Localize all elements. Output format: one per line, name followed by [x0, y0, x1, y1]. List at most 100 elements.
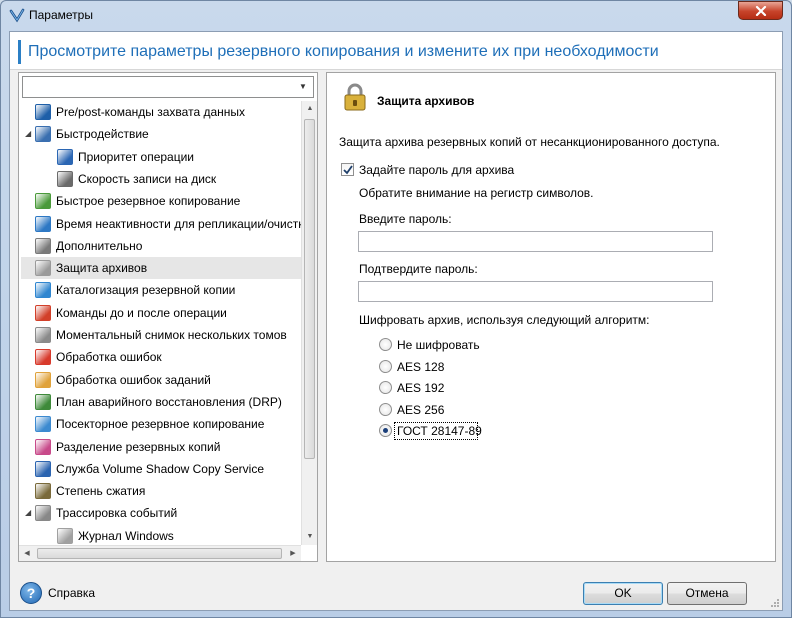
- tree-item[interactable]: Разделение резервных копий: [21, 436, 301, 458]
- scroll-down-icon[interactable]: ▼: [302, 529, 318, 545]
- header-accent-bar: [18, 40, 21, 64]
- ok-button[interactable]: OK: [583, 582, 663, 605]
- sector-icon: [35, 416, 51, 433]
- dialog-window: Параметры Просмотрите параметры резервно…: [0, 0, 792, 618]
- tree-item[interactable]: Служба Volume Shadow Copy Service: [21, 458, 301, 480]
- algorithm-radio[interactable]: [379, 359, 392, 373]
- tree-item[interactable]: План аварийного восстановления (DRP): [21, 391, 301, 413]
- password-checkbox[interactable]: [341, 163, 354, 176]
- tree-item-label: Команды до и после операции: [56, 305, 227, 320]
- compression-icon: [35, 483, 51, 500]
- panel-title: Защита архивов: [377, 94, 475, 108]
- tree-item[interactable]: Журнал Windows: [21, 525, 301, 545]
- commands-icon: [35, 304, 51, 321]
- tree-horizontal-scrollbar[interactable]: ◀ ▶: [19, 545, 301, 561]
- close-icon: [755, 6, 767, 16]
- scroll-right-icon[interactable]: ▶: [285, 546, 301, 562]
- tree-item[interactable]: Дополнительно: [21, 235, 301, 257]
- monitor-icon: [35, 126, 51, 143]
- tree-item[interactable]: Приоритет операции: [21, 146, 301, 168]
- tree-item[interactable]: ◢ Быстродействие: [21, 123, 301, 145]
- tree-item[interactable]: Защита архивов: [21, 257, 301, 280]
- tree-expander-icon[interactable]: ◢: [25, 502, 33, 524]
- tree-item-label: Степень сжатия: [56, 484, 146, 499]
- catalog-icon: [35, 282, 51, 299]
- algorithm-label: Шифровать архив, используя следующий алг…: [359, 313, 650, 327]
- task-error-icon: [35, 371, 51, 388]
- log-icon: [57, 527, 73, 544]
- algorithm-radio[interactable]: [379, 338, 392, 351]
- panel-description: Защита архива резервных копий от несанкц…: [339, 135, 720, 149]
- scroll-left-icon[interactable]: ◀: [19, 546, 35, 562]
- tree-item-label: Обработка ошибок: [56, 350, 162, 365]
- tree-item[interactable]: Степень сжатия: [21, 480, 301, 502]
- settings-tree: Pre/post-команды захвата данных ◢ Быстроде…: [19, 101, 301, 545]
- tree-item-label: План аварийного восстановления (DRP): [56, 394, 282, 409]
- tree-item-label: Pre/post-команды захвата данных: [56, 105, 246, 119]
- help-icon[interactable]: ?: [20, 582, 42, 604]
- tree-item[interactable]: Быстрое резервное копирование: [21, 190, 301, 212]
- tree-expander-icon[interactable]: ◢: [25, 123, 33, 145]
- tree-item[interactable]: Обработка ошибок заданий: [21, 369, 301, 391]
- help-link[interactable]: Справка: [48, 586, 95, 600]
- scroll-thumb[interactable]: [304, 119, 315, 459]
- cancel-button[interactable]: Отмена: [667, 582, 747, 605]
- tree-item-label: Быстрое резервное копирование: [56, 194, 241, 209]
- tree-item[interactable]: Каталогизация резервной копии: [21, 279, 301, 301]
- algorithm-radio-label[interactable]: AES 128: [397, 360, 444, 374]
- algorithm-radio[interactable]: [379, 424, 392, 437]
- algorithm-radio[interactable]: [379, 402, 392, 416]
- priority-icon: [57, 148, 73, 165]
- confirm-password-field[interactable]: [358, 281, 713, 302]
- close-button[interactable]: [738, 1, 783, 20]
- scroll-up-icon[interactable]: ▲: [302, 101, 318, 117]
- algorithm-radio-label[interactable]: AES 192: [397, 381, 444, 395]
- chevron-down-icon[interactable]: ▼: [295, 79, 311, 95]
- password-field[interactable]: [358, 231, 713, 252]
- password-checkbox-label[interactable]: Задайте пароль для архива: [359, 163, 514, 177]
- tree-item-label: Дополнительно: [56, 238, 143, 253]
- tree-item[interactable]: Моментальный снимок нескольких томов: [21, 324, 301, 346]
- tree-item-label: Разделение резервных копий: [56, 439, 221, 454]
- focus-indicator: [394, 422, 478, 440]
- tree-item-label: Служба Volume Shadow Copy Service: [56, 461, 264, 476]
- tree-vertical-scrollbar[interactable]: ▲ ▼: [301, 101, 317, 545]
- tree-item-label: Моментальный снимок нескольких томов: [56, 328, 287, 342]
- tree-item[interactable]: Обработка ошибок: [21, 346, 301, 368]
- tree-item-label: Скорость записи на диск: [78, 171, 217, 186]
- gear-icon: [35, 237, 51, 254]
- dialog-client: Просмотрите параметры резервного копиров…: [9, 31, 783, 611]
- tree-item-label: Посекторное резервное копирование: [56, 417, 265, 432]
- tree-item[interactable]: Посекторное резервное копирование: [21, 413, 301, 435]
- search-combo[interactable]: ▼: [22, 76, 314, 98]
- settings-detail-pane: Защита архивов Защита архива резервных к…: [326, 72, 776, 562]
- tree-item[interactable]: Время неактивности для репликации/очистк…: [21, 213, 301, 235]
- algorithm-radio[interactable]: [379, 381, 392, 394]
- snapshot-icon: [35, 327, 51, 343]
- error-icon: [35, 349, 51, 366]
- tree-item[interactable]: Pre/post-команды захвата данных: [21, 101, 301, 123]
- tracing-icon: [35, 505, 51, 522]
- checkmark-icon: [343, 165, 353, 175]
- tree-item[interactable]: Команды до и после операции: [21, 302, 301, 324]
- fast-backup-icon: [35, 193, 51, 210]
- tree-item-label: Быстродействие: [56, 127, 149, 142]
- hscroll-thumb[interactable]: [37, 548, 282, 559]
- app-logo-icon: [9, 8, 25, 23]
- tree-item-label: Обработка ошибок заданий: [56, 372, 211, 387]
- lock-icon: [344, 83, 366, 111]
- window-title: Параметры: [29, 8, 93, 22]
- password-label: Введите пароль:: [359, 212, 452, 226]
- tree-item[interactable]: ◢ Трассировка событий: [21, 502, 301, 524]
- tree-item-label: Трассировка событий: [56, 506, 178, 521]
- confirm-password-label: Подтвердите пароль:: [359, 262, 478, 276]
- algorithm-radio-label[interactable]: AES 256: [397, 403, 444, 417]
- tree-item-label: Журнал Windows: [78, 528, 174, 543]
- header: Просмотрите параметры резервного копиров…: [10, 32, 782, 70]
- title-bar[interactable]: Параметры: [1, 1, 791, 29]
- tree-item[interactable]: Скорость записи на диск: [21, 168, 301, 190]
- resize-grip-icon[interactable]: [770, 598, 780, 608]
- algorithm-radio-label[interactable]: Не шифровать: [397, 338, 480, 352]
- tree-item-label: Защита архивов: [56, 261, 148, 276]
- disk-speed-icon: [57, 170, 73, 187]
